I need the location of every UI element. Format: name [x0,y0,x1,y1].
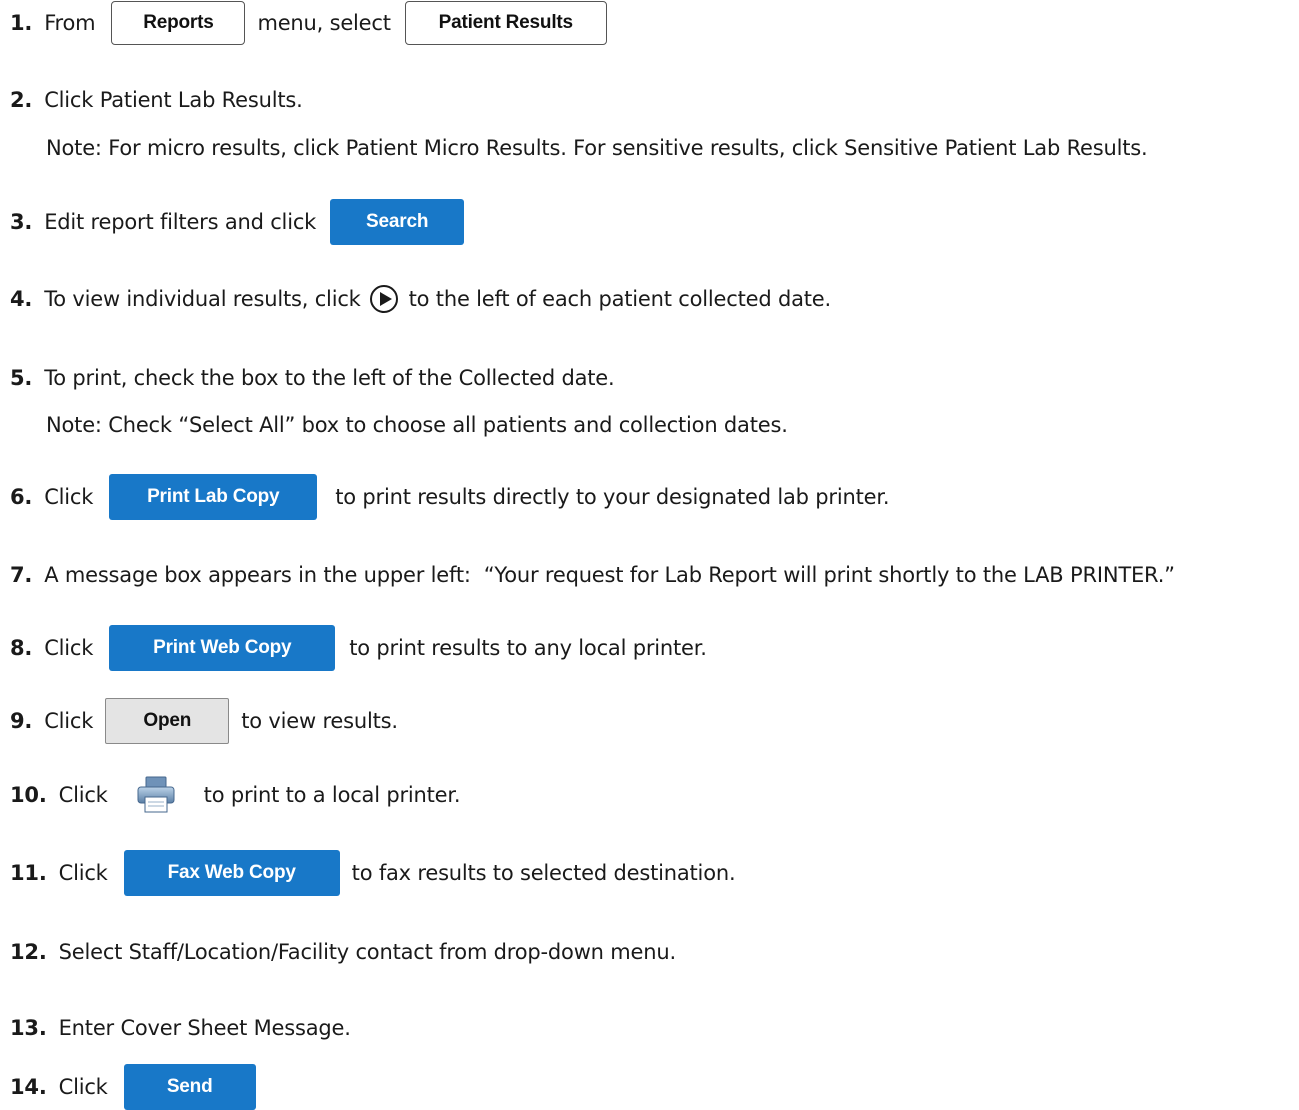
step-text: Click [44,485,94,509]
step-1: 1. From Reports menu, select Patient Res… [10,0,607,46]
step-text: Click [58,783,108,807]
step-text: Select Staff/Location/Facility contact f… [58,940,677,964]
play-circle-icon [369,284,399,314]
step-10: 10. Click to print to a local printer. [10,772,461,818]
step-text: A message box appears in the upper left:… [44,563,1175,587]
open-button[interactable]: Open [105,698,230,744]
step-text: Click [44,636,94,660]
step-number: 13. [10,1016,47,1040]
step-text: menu, select [257,11,391,35]
step-12: 12. Select Staff/Location/Facility conta… [10,929,676,975]
step-7: 7. A message box appears in the upper le… [10,552,1175,598]
step-4: 4. To view individual results, click to … [10,276,831,322]
step-number: 2. [10,88,33,112]
step-number: 3. [10,210,33,234]
step-text: to view results. [241,709,398,733]
reports-button[interactable]: Reports [111,1,246,45]
step-number: 10. [10,783,47,807]
step-number: 6. [10,485,33,509]
step-5-note: Note: Check “Select All” box to choose a… [46,413,788,437]
step-text: Click [44,709,94,733]
step-text: to print results directly to your design… [335,485,890,509]
step-5: 5. To print, check the box to the left o… [10,355,615,401]
step-text: to fax results to selected destination. [351,861,736,885]
printer-icon[interactable] [136,775,176,815]
search-button[interactable]: Search [330,199,465,245]
step-text: Click [58,861,108,885]
step-text: Click [58,1075,108,1099]
step-text: Edit report filters and click [44,210,317,234]
step-2-note: Note: For micro results, click Patient M… [46,136,1148,160]
step-9: 9. Click Open to view results. [10,698,398,744]
step-text: Click Patient Lab Results. [44,88,303,112]
step-number: 4. [10,287,33,311]
step-6: 6. Click Print Lab Copy to print results… [10,474,890,520]
patient-results-button[interactable]: Patient Results [404,1,607,45]
step-text: to print results to any local printer. [349,636,707,660]
step-text: to print to a local printer. [203,783,461,807]
step-11: 11. Click Fax Web Copy to fax results to… [10,850,736,896]
step-number: 1. [10,11,33,35]
step-14: 14. Click Send [10,1064,256,1110]
step-text: to the left of each patient collected da… [408,287,832,311]
step-number: 14. [10,1075,47,1099]
step-number: 9. [10,709,33,733]
step-2: 2. Click Patient Lab Results. [10,77,303,123]
print-lab-copy-button[interactable]: Print Lab Copy [109,474,318,520]
step-3: 3. Edit report filters and click Search [10,199,465,245]
send-button[interactable]: Send [123,1064,256,1110]
step-number: 7. [10,563,33,587]
step-number: 5. [10,366,33,390]
print-web-copy-button[interactable]: Print Web Copy [109,625,336,671]
step-number: 11. [10,861,47,885]
step-text: From [44,11,96,35]
step-text: Enter Cover Sheet Message. [58,1016,351,1040]
fax-web-copy-button[interactable]: Fax Web Copy [123,850,340,896]
step-number: 8. [10,636,33,660]
step-number: 12. [10,940,47,964]
step-8: 8. Click Print Web Copy to print results… [10,625,707,671]
step-text: To print, check the box to the left of t… [44,366,615,390]
step-13: 13. Enter Cover Sheet Message. [10,1005,351,1051]
step-text: To view individual results, click [44,287,361,311]
